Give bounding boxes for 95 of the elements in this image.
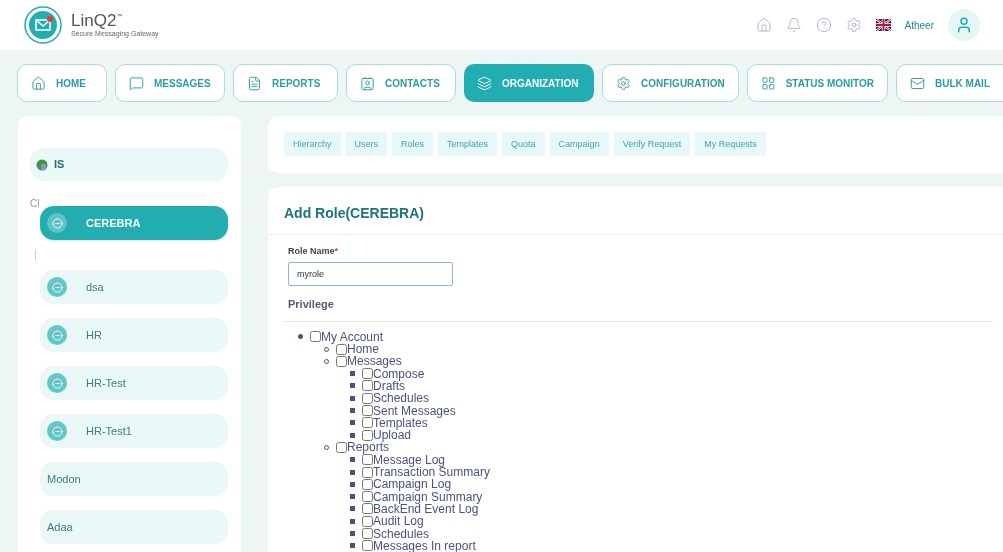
subtab-button[interactable]: My Requests bbox=[695, 132, 766, 157]
privilege-label: Schedules bbox=[373, 527, 430, 540]
bullet-icon bbox=[350, 518, 355, 524]
privilege-label: Templates bbox=[373, 416, 428, 429]
privilege-checkbox[interactable] bbox=[362, 503, 373, 515]
privilege-label: Audit Log bbox=[373, 515, 424, 528]
logo-icon bbox=[23, 5, 63, 45]
bullet-icon bbox=[350, 531, 355, 537]
privilege-label: Schedules bbox=[373, 392, 430, 405]
field-label: Role Name* bbox=[288, 244, 340, 258]
privilege-label: Compose bbox=[373, 367, 425, 380]
bullet-icon bbox=[350, 432, 355, 438]
form-title: Add Role(CEREBRA) bbox=[268, 186, 1003, 235]
organization-root-item[interactable]: IS bbox=[30, 148, 228, 181]
bullet-icon bbox=[350, 408, 355, 414]
privilege-label: Drafts bbox=[373, 380, 405, 392]
nav-tab[interactable]: ORGANIZATION bbox=[464, 64, 594, 102]
nav-tab[interactable]: HOME bbox=[17, 64, 107, 102]
logo-name: LinQ2 bbox=[71, 12, 117, 30]
privilege-label: Reports bbox=[347, 441, 390, 454]
bullet-icon bbox=[350, 395, 355, 401]
subtab-button[interactable]: Quota bbox=[502, 132, 545, 157]
bullet-icon bbox=[350, 469, 355, 475]
flag-icon[interactable] bbox=[875, 19, 891, 31]
sidebar-item[interactable]: dsa bbox=[40, 270, 228, 304]
privilege-label: Campaign Log bbox=[373, 478, 452, 491]
privilege-checkbox[interactable] bbox=[362, 368, 373, 380]
subtab-button[interactable]: Roles bbox=[392, 132, 434, 157]
sidebar-item[interactable]: HR-Test bbox=[40, 366, 228, 400]
sidebar-item[interactable]: CEREBRA bbox=[40, 206, 228, 240]
section-label: Cl bbox=[30, 199, 41, 209]
nav-tab[interactable]: STATUS MONITOR bbox=[747, 64, 888, 102]
bullet-icon bbox=[298, 334, 303, 340]
grid-icon bbox=[761, 75, 776, 91]
settings-icon bbox=[616, 75, 631, 91]
user-icon bbox=[955, 16, 973, 34]
subtab-button[interactable]: Hierarchy bbox=[284, 132, 341, 157]
privilege-label: Messages In report bbox=[373, 539, 476, 552]
privilege-checkbox[interactable] bbox=[362, 491, 373, 503]
privilege-label: Sent Messages bbox=[373, 404, 456, 417]
user-name: Atheer bbox=[904, 18, 934, 33]
sidebar-item[interactable]: HR bbox=[40, 318, 228, 352]
privilege-checkbox[interactable] bbox=[362, 380, 373, 392]
privilege-checkbox[interactable] bbox=[336, 355, 347, 367]
nav-tab[interactable]: REPORTS bbox=[233, 64, 338, 102]
privilege-label: Transaction Summary bbox=[373, 466, 490, 479]
bullet-icon bbox=[350, 420, 355, 426]
message-icon bbox=[129, 75, 144, 91]
bullet-icon bbox=[350, 457, 355, 463]
privilege-checkbox[interactable] bbox=[362, 466, 373, 478]
contact-card-icon bbox=[360, 75, 375, 91]
privilege-checkbox[interactable] bbox=[362, 417, 373, 429]
bullet-icon bbox=[350, 371, 355, 377]
nav-tab[interactable]: BULK MAIL bbox=[896, 64, 1003, 102]
sidebar-item[interactable]: HR-Test1 bbox=[40, 414, 228, 448]
sidebar-item[interactable]: Adaa bbox=[40, 510, 228, 544]
document-icon bbox=[247, 75, 262, 91]
privilege-checkbox[interactable] bbox=[362, 405, 373, 417]
privilege-checkbox[interactable] bbox=[362, 528, 373, 540]
mail-icon bbox=[910, 75, 925, 91]
privilege-checkbox[interactable] bbox=[362, 429, 373, 441]
sidebar-item[interactable]: Modon bbox=[40, 462, 228, 496]
privilege-checkbox[interactable] bbox=[362, 515, 373, 527]
privilege-checkbox[interactable] bbox=[362, 540, 373, 552]
avatar-button[interactable] bbox=[948, 9, 980, 41]
subtab-button[interactable]: Campaign bbox=[549, 132, 609, 157]
nav-tab[interactable]: CONFIGURATION bbox=[602, 64, 739, 102]
layers-icon bbox=[477, 75, 492, 91]
privilege-label: Home bbox=[347, 343, 379, 356]
home-icon bbox=[31, 75, 46, 91]
privilege-label: My Account bbox=[321, 330, 384, 343]
privilege-checkbox[interactable] bbox=[362, 478, 373, 490]
bullet-icon bbox=[350, 543, 355, 549]
privilege-checkbox[interactable] bbox=[362, 454, 373, 466]
nav-tab[interactable]: CONTACTS bbox=[346, 64, 456, 102]
role-name-field[interactable]: myrole bbox=[288, 262, 453, 287]
privilege-heading: Privilege bbox=[288, 297, 335, 313]
bullet-icon bbox=[350, 481, 355, 487]
subtab-button[interactable]: Verify Request bbox=[613, 132, 691, 157]
privilege-label: Campaign Summary bbox=[373, 490, 483, 503]
subtab-button[interactable]: Templates bbox=[438, 132, 498, 157]
privilege-label: BackEnd Event Log bbox=[373, 502, 479, 515]
globe-building-icon bbox=[36, 158, 48, 171]
privilege-checkbox[interactable] bbox=[362, 392, 373, 404]
privilege-label: Upload bbox=[373, 429, 412, 442]
bullet-icon bbox=[350, 494, 355, 500]
privilege-label: Message Log bbox=[373, 453, 446, 466]
privilege-checkbox[interactable] bbox=[310, 331, 321, 343]
privilege-label: Messages bbox=[347, 355, 402, 368]
privilege-checkbox[interactable] bbox=[336, 343, 347, 355]
bullet-icon bbox=[350, 383, 355, 389]
subtab-button[interactable]: Users bbox=[345, 132, 388, 157]
privilege-checkbox[interactable] bbox=[336, 441, 347, 453]
nav-tab[interactable]: MESSAGES bbox=[115, 64, 225, 102]
bullet-icon bbox=[350, 506, 355, 512]
